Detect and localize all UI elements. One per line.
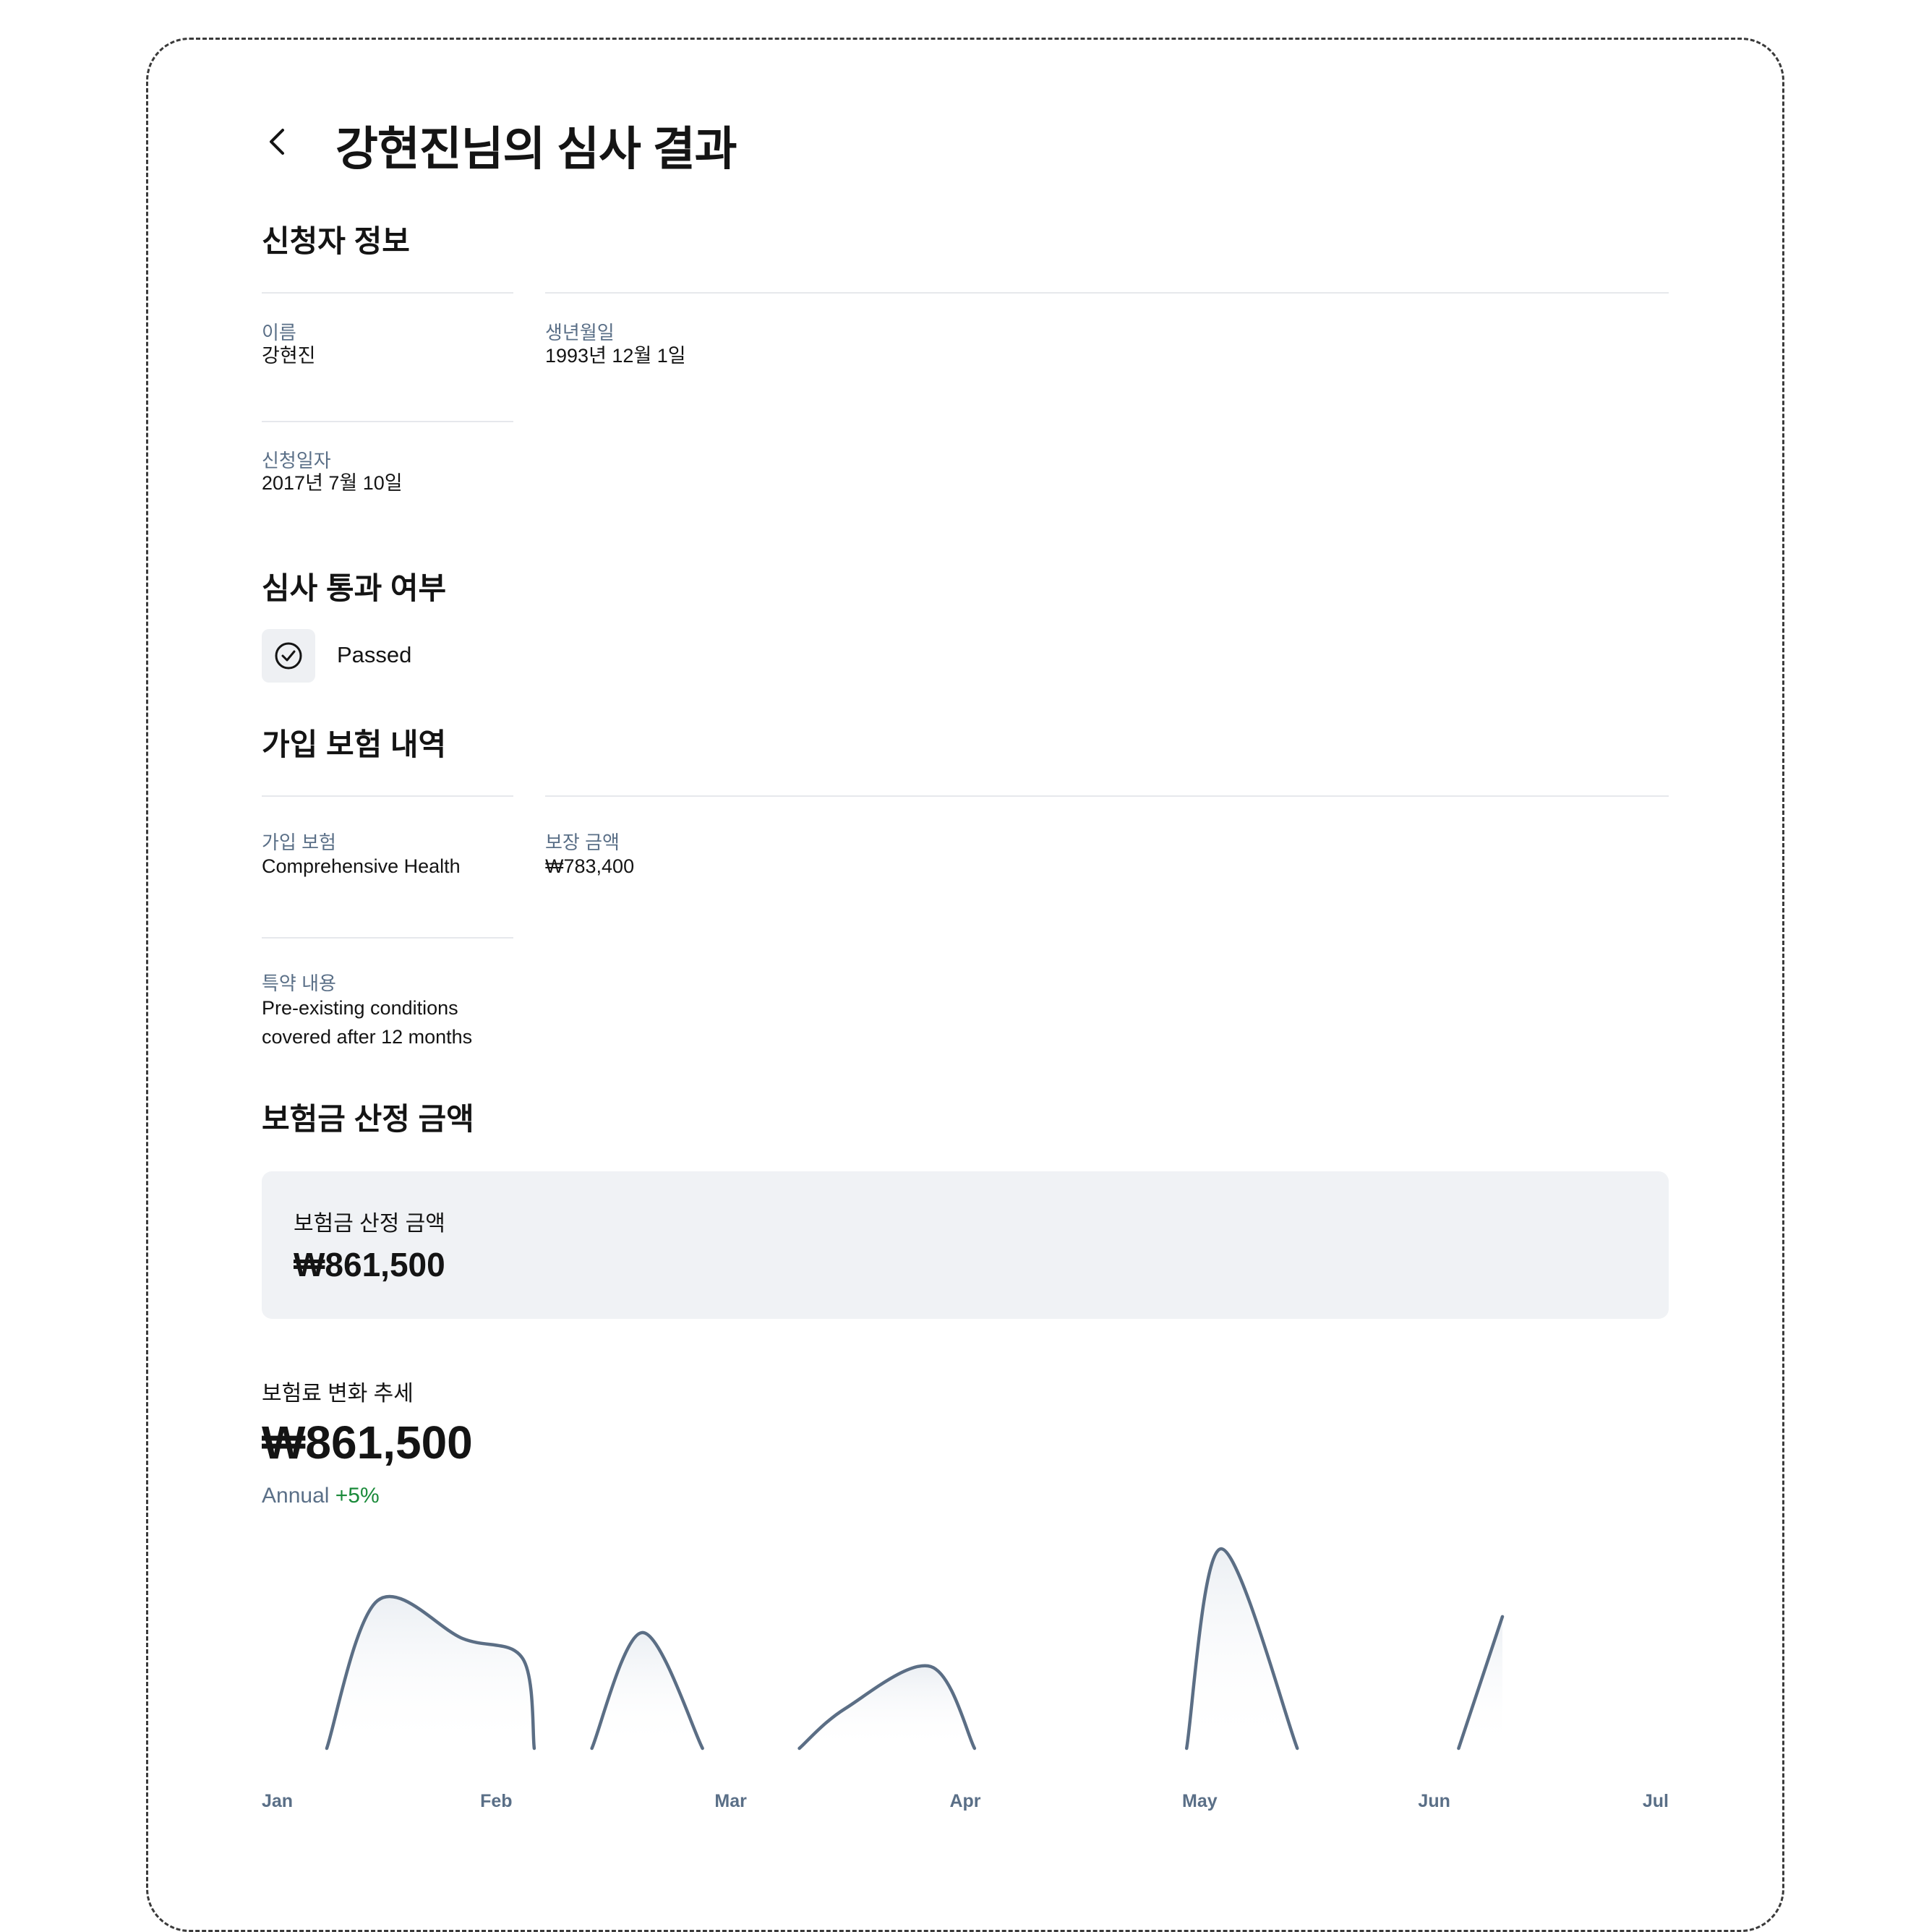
x-tick-label: Jan <box>262 1791 294 1811</box>
x-tick-label: Mar <box>714 1791 747 1811</box>
x-tick-label: Jun <box>1418 1791 1450 1811</box>
x-tick-label: May <box>1182 1791 1218 1811</box>
x-tick-label: Apr <box>949 1791 981 1811</box>
chart-area-fill-3 <box>799 1665 975 1748</box>
chart-area-fill-1 <box>326 1596 534 1748</box>
chart-area-fill-2 <box>591 1632 703 1748</box>
x-tick-label: Jul <box>1642 1791 1669 1811</box>
x-tick-label: Feb <box>480 1791 513 1811</box>
premium-trend-chart <box>325 1547 1505 1751</box>
